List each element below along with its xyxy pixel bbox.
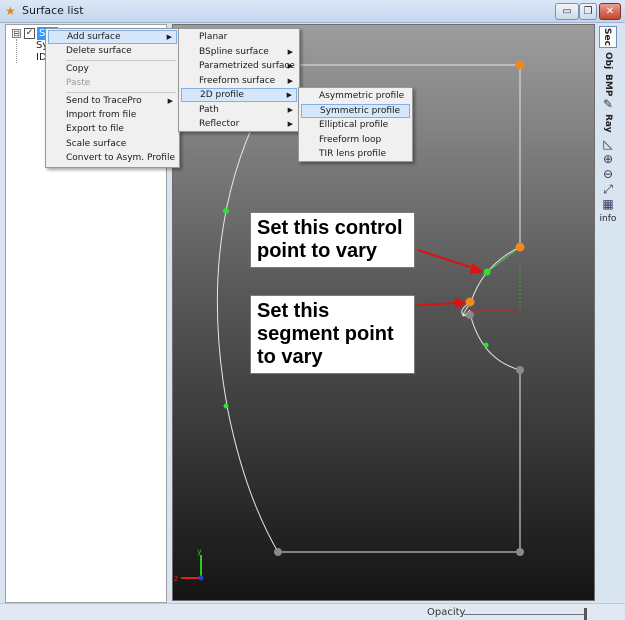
tree-checkbox[interactable]: ✓ (24, 28, 35, 39)
menu-item-add-surface[interactable]: Add surface ▶ (48, 30, 177, 44)
menu-item-import-from-file[interactable]: Import from file (48, 108, 177, 122)
menu-item-scale-surface[interactable]: Scale surface (48, 137, 177, 151)
profile-submenu: Asymmetric profile Symmetric profile Ell… (298, 87, 413, 162)
segment-point (274, 548, 282, 556)
menu-item-copy[interactable]: Copy (48, 62, 177, 76)
restore-button[interactable]: ❐ (579, 3, 597, 20)
menu-item-asymmetric-profile[interactable]: Asymmetric profile (301, 89, 410, 103)
annotation-control-point: Set this control point to vary (250, 212, 415, 268)
axis-origin (198, 575, 204, 581)
menu-item-send-to-tracepro[interactable]: Send to TracePro ▶ (48, 94, 177, 108)
control-point (223, 403, 229, 409)
menu-item-tir-lens-profile[interactable]: TIR lens profile (301, 147, 410, 161)
menu-separator (66, 60, 176, 61)
segment-point-selected (465, 297, 475, 307)
app-icon: ★ (5, 4, 16, 18)
measure-icon[interactable]: ◺ (601, 137, 615, 151)
add-surface-submenu: Planar BSpline surface ▶ Parametrized sur… (178, 28, 300, 132)
pencil-icon[interactable]: ✎ (601, 97, 615, 111)
menu-item-path[interactable]: Path ▶ (181, 103, 297, 117)
control-point (483, 342, 489, 348)
menu-separator (66, 92, 176, 93)
menu-item-convert-asym-profile[interactable]: Convert to Asym. Profile (48, 151, 177, 165)
fit-icon[interactable]: ⤢ (601, 182, 615, 196)
segment-point (466, 311, 474, 319)
axis-z-label: z (174, 574, 178, 583)
tree-expander-icon[interactable]: ⊟ (12, 29, 21, 38)
opacity-label: Opacity (427, 607, 466, 618)
zoom-out-icon[interactable]: ⊖ (601, 167, 615, 181)
arrow-head-control (470, 263, 484, 274)
menu-item-symmetric-profile[interactable]: Symmetric profile (301, 104, 410, 118)
tab-bmp[interactable]: BMP (599, 74, 617, 96)
menu-item-bspline-surface[interactable]: BSpline surface ▶ (181, 45, 297, 59)
profile-bottom-edge (278, 370, 521, 553)
annotation-segment-point: Set this segment point to vary (250, 295, 415, 374)
minimize-button[interactable]: ▭ (555, 3, 579, 20)
arrow-to-control-point (417, 249, 477, 270)
segment-point (516, 548, 524, 556)
menu-item-planar[interactable]: Planar (181, 30, 297, 44)
close-button[interactable]: ✕ (599, 3, 621, 20)
menu-item-paste: Paste (66, 78, 91, 88)
menu-item-freeform-loop[interactable]: Freeform loop (301, 133, 410, 147)
control-point (223, 208, 229, 214)
info-label[interactable]: info (597, 214, 619, 224)
control-point-selected (483, 268, 491, 276)
window-title: Surface list (22, 4, 84, 17)
menu-item-export-to-file[interactable]: Export to file (48, 122, 177, 136)
segment-point (516, 366, 524, 374)
context-menu: Add surface ▶ Delete surface Copy Paste S… (45, 28, 180, 168)
arrow-to-segment-point (417, 302, 458, 306)
tab-obj[interactable]: Obj (599, 50, 617, 72)
zoom-in-icon[interactable]: ⊕ (601, 152, 615, 166)
menu-item-parametrized-surface[interactable]: Parametrized surface ▶ (181, 59, 297, 73)
side-toolbar: Sec Obj BMP ✎ Ray ◺ ⊕ ⊖ ⤢ ▦ info (597, 24, 619, 603)
control-line (486, 246, 521, 273)
axis-y-label: y (197, 547, 202, 556)
tab-ray[interactable]: Ray (599, 112, 617, 134)
menu-item-elliptical-profile[interactable]: Elliptical profile (301, 118, 410, 132)
grid-icon[interactable]: ▦ (601, 197, 615, 211)
segment-point (515, 242, 525, 252)
menu-item-freeform-surface[interactable]: Freeform surface ▶ (181, 74, 297, 88)
menu-item-2d-profile[interactable]: 2D profile ▶ (181, 88, 297, 102)
tab-sec[interactable]: Sec (599, 26, 617, 48)
segment-point (515, 60, 525, 70)
opacity-slider-track[interactable] (464, 614, 586, 615)
tree-connector (16, 39, 17, 63)
title-bar: ★ Surface list ▭ ❐ ✕ (0, 0, 625, 23)
menu-item-reflector[interactable]: Reflector ▶ (181, 117, 297, 131)
menu-item-delete-surface[interactable]: Delete surface (48, 44, 177, 58)
opacity-slider-thumb[interactable] (584, 608, 587, 620)
status-bar: Opacity (0, 603, 625, 620)
